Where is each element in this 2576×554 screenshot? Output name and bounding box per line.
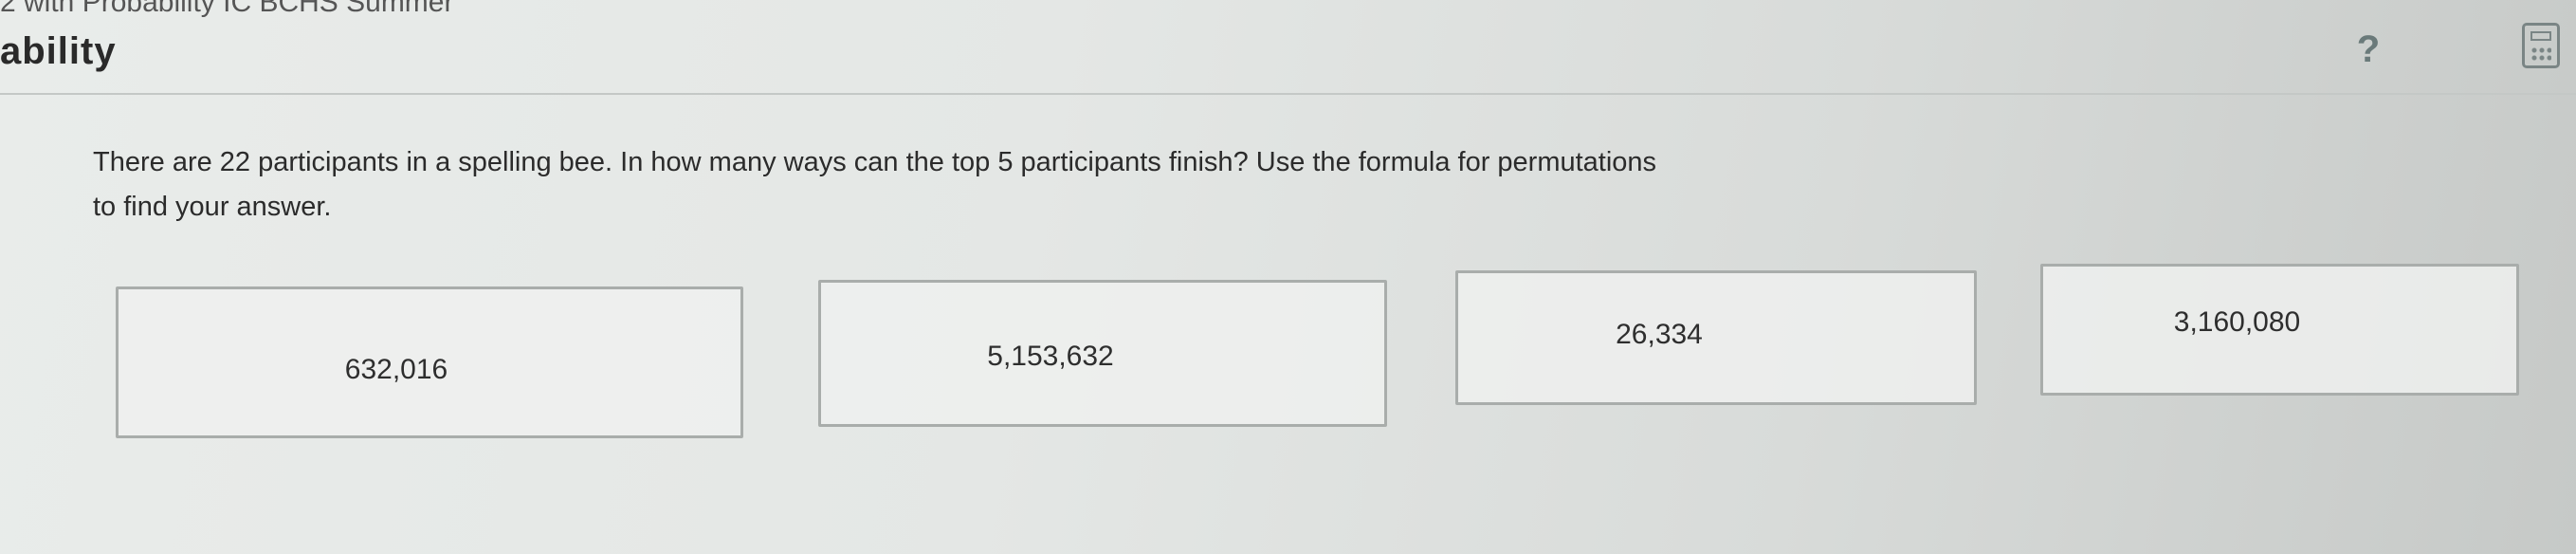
breadcrumb: 2 with Probability IC BCHS Summer: [0, 0, 454, 18]
answer-choice-label: 5,153,632: [987, 340, 1114, 372]
answer-choice-label: 632,016: [344, 354, 448, 385]
answer-choice-3[interactable]: 26,334: [1455, 270, 1977, 405]
question-text: There are 22 participants in a spelling …: [93, 147, 1657, 222]
help-button[interactable]: ?: [2342, 23, 2395, 76]
question-mark-icon: ?: [2356, 28, 2381, 70]
answer-choice-1[interactable]: 632,016: [116, 286, 743, 438]
answer-choice-4[interactable]: 3,160,080: [2040, 264, 2519, 396]
answer-choice-label: 3,160,080: [2173, 305, 2301, 338]
top-bar: 2 with Probability IC BCHS Summer abilit…: [0, 0, 2576, 91]
calculator-keys: [2530, 46, 2551, 62]
answer-choice-label: 26,334: [1616, 319, 1703, 350]
calculator-icon: [2530, 31, 2551, 41]
calculator-button[interactable]: [2522, 23, 2560, 68]
header-divider: [0, 93, 2576, 95]
answer-choice-2[interactable]: 5,153,632: [818, 280, 1387, 427]
page-title: ability: [0, 30, 117, 72]
